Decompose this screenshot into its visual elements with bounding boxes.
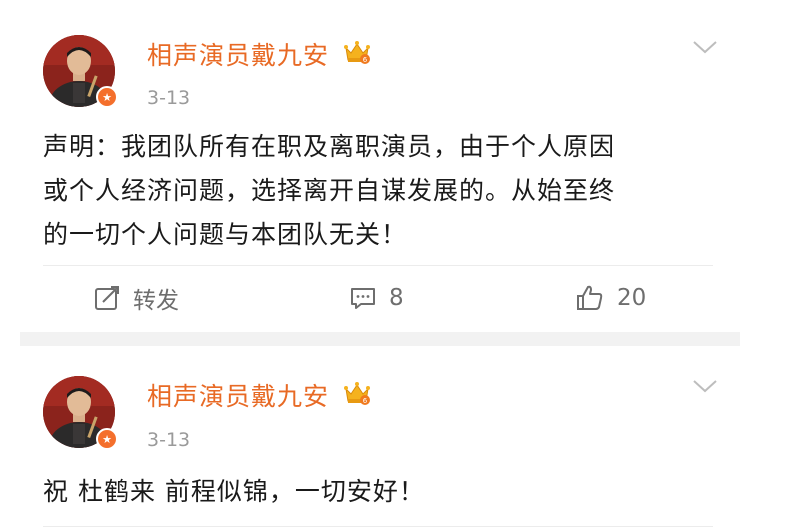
- repost-icon: [95, 286, 119, 310]
- svg-text:6: 6: [363, 397, 368, 405]
- chevron-down-icon[interactable]: [690, 37, 720, 57]
- post-text: 祝 杜鹤来 前程似锦，一切安好！: [43, 477, 425, 506]
- thumbs-up-icon: [577, 285, 603, 310]
- post-text: 声明：我团队所有在职及离职演员，由于个人原因 或个人经济问题，选择离开自谋发展的…: [43, 132, 616, 249]
- verified-v-icon: ★: [96, 428, 118, 450]
- like-button[interactable]: 20: [575, 280, 646, 316]
- comment-icon: [351, 288, 375, 309]
- timestamp: 3-13: [147, 87, 191, 109]
- like-count: 20: [617, 285, 647, 311]
- comment-count: 8: [389, 285, 404, 311]
- comment-button[interactable]: 8: [349, 280, 404, 316]
- username[interactable]: 相声演员戴九安: [147, 36, 329, 72]
- svg-text:6: 6: [363, 56, 368, 64]
- crown-badge-icon[interactable]: 6: [343, 39, 371, 65]
- username[interactable]: 相声演员戴九安: [147, 377, 329, 413]
- verified-v-icon: ★: [96, 86, 118, 108]
- weibo-post: ★ 相声演员戴九安 6 3-13 祝 杜鹤来 前程似锦，一切安好！: [0, 346, 740, 530]
- divider: [43, 526, 713, 527]
- repost-label: 转发: [133, 288, 179, 314]
- weibo-post: ★ 相声演员戴九安 6 3-13 声明：我团队所有在职及离职演员，由于个人原因 …: [0, 0, 740, 332]
- crown-badge-icon[interactable]: 6: [343, 380, 371, 406]
- repost-button[interactable]: 转发: [93, 280, 179, 316]
- chevron-down-icon[interactable]: [690, 376, 720, 396]
- divider: [43, 265, 713, 266]
- timestamp: 3-13: [147, 429, 191, 451]
- post-separator: [20, 332, 740, 346]
